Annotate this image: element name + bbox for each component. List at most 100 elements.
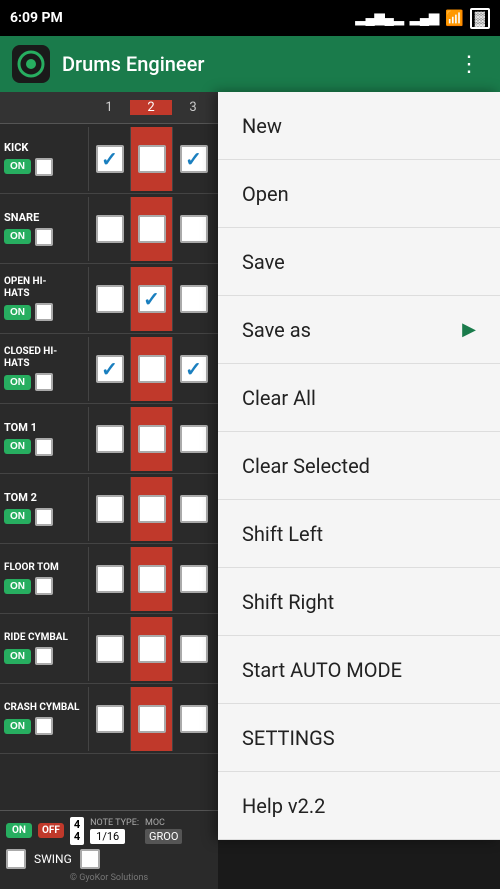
open-hihats-on-btn[interactable]: ON [4, 305, 31, 320]
tom1-beat-3-check[interactable] [180, 425, 208, 453]
drum-row-crash-cymbal: CRASH CYMBAL ON [0, 684, 218, 754]
floor-tom-beat-1[interactable] [88, 547, 130, 611]
snare-beat-3-check[interactable] [180, 215, 208, 243]
ride-cymbal-beat-2[interactable] [130, 617, 172, 681]
open-hihats-beat-3[interactable] [172, 267, 214, 331]
snare-beat-1-check[interactable] [96, 215, 124, 243]
floor-tom-beat-2-check[interactable] [138, 565, 166, 593]
crash-cymbal-on-btn[interactable]: ON [4, 719, 31, 734]
tom2-beat-2[interactable] [130, 477, 172, 541]
closed-hihats-beat-3-check[interactable] [180, 355, 208, 383]
crash-cymbal-beat-3-check[interactable] [180, 705, 208, 733]
closed-hihats-beat-1[interactable] [88, 337, 130, 401]
menu-item-shift-right[interactable]: Shift Right [218, 568, 500, 636]
kick-beat-2-check[interactable] [138, 145, 166, 173]
menu-item-shift-left-label: Shift Left [242, 522, 476, 546]
snare-beat-2[interactable] [130, 197, 172, 261]
kick-beat-1-check[interactable] [96, 145, 124, 173]
tom1-beat-1[interactable] [88, 407, 130, 471]
open-hihats-beat-2-check[interactable] [138, 285, 166, 313]
menu-item-open-label: Open [242, 182, 476, 206]
open-hihats-solo-check[interactable] [35, 303, 53, 321]
menu-item-save[interactable]: Save [218, 228, 500, 296]
menu-item-help[interactable]: Help v2.2 [218, 772, 500, 840]
floor-tom-beat-3-check[interactable] [180, 565, 208, 593]
kick-beat-1[interactable] [88, 127, 130, 191]
app-logo [12, 45, 50, 83]
crash-cymbal-beat-1[interactable] [88, 687, 130, 751]
tom1-solo-check[interactable] [35, 438, 53, 456]
floor-tom-on-btn[interactable]: ON [4, 579, 31, 594]
menu-item-new[interactable]: New [218, 92, 500, 160]
ride-cymbal-beat-2-check[interactable] [138, 635, 166, 663]
ride-cymbal-on-btn[interactable]: ON [4, 649, 31, 664]
menu-item-clear-all-label: Clear All [242, 386, 476, 410]
kick-on-btn[interactable]: ON [4, 159, 31, 174]
play-off-btn[interactable]: OFF [38, 823, 64, 838]
menu-item-clear-selected-label: Clear Selected [242, 454, 476, 478]
tom2-beat-2-check[interactable] [138, 495, 166, 523]
open-hihats-beat-1[interactable] [88, 267, 130, 331]
tom1-on-btn[interactable]: ON [4, 439, 31, 454]
kick-beat-3-check[interactable] [180, 145, 208, 173]
closed-hihats-beat-2[interactable] [130, 337, 172, 401]
closed-hihats-beat-3[interactable] [172, 337, 214, 401]
closed-hihats-on-btn[interactable]: ON [4, 375, 31, 390]
ride-cymbal-beat-3-check[interactable] [180, 635, 208, 663]
drum-row-kick: KICK ON [0, 124, 218, 194]
crash-cymbal-beat-1-check[interactable] [96, 705, 124, 733]
menu-item-clear-all[interactable]: Clear All [218, 364, 500, 432]
tom1-beat-2-check[interactable] [138, 425, 166, 453]
floor-tom-beat-1-check[interactable] [96, 565, 124, 593]
crash-cymbal-beat-2[interactable] [130, 687, 172, 751]
ride-cymbal-beat-1-check[interactable] [96, 635, 124, 663]
snare-beat-3[interactable] [172, 197, 214, 261]
snare-on-btn[interactable]: ON [4, 229, 31, 244]
menu-item-clear-selected[interactable]: Clear Selected [218, 432, 500, 500]
tom2-solo-check[interactable] [35, 508, 53, 526]
closed-hihats-beat-1-check[interactable] [96, 355, 124, 383]
tom2-beat-1[interactable] [88, 477, 130, 541]
app-title: Drums Engineer [62, 52, 204, 76]
tom2-beat-3-check[interactable] [180, 495, 208, 523]
header-menu-button[interactable]: ⋮ [450, 48, 488, 81]
time-sig-bottom: 4 [74, 831, 80, 843]
ride-cymbal-solo-check[interactable] [35, 647, 53, 665]
snare-beat-1[interactable] [88, 197, 130, 261]
floor-tom-solo-check[interactable] [35, 577, 53, 595]
menu-item-shift-left[interactable]: Shift Left [218, 500, 500, 568]
closed-hihats-beat-2-check[interactable] [138, 355, 166, 383]
crash-cymbal-beat-2-check[interactable] [138, 705, 166, 733]
swing-checkbox[interactable] [6, 849, 26, 869]
drum-row-ride-cymbal: RIDE CYMBAL ON [0, 614, 218, 684]
ride-cymbal-beat-3[interactable] [172, 617, 214, 681]
floor-tom-beat-3[interactable] [172, 547, 214, 611]
play-on-btn[interactable]: ON [6, 823, 32, 838]
crash-cymbal-solo-check[interactable] [35, 717, 53, 735]
tom1-beat-1-check[interactable] [96, 425, 124, 453]
tom1-beat-2[interactable] [130, 407, 172, 471]
ride-cymbal-beat-1[interactable] [88, 617, 130, 681]
crash-cymbal-beat-3[interactable] [172, 687, 214, 751]
snare-solo-check[interactable] [35, 228, 53, 246]
kick-solo-check[interactable] [35, 158, 53, 176]
closed-hihats-solo-check[interactable] [35, 373, 53, 391]
swing-checkbox2[interactable] [80, 849, 100, 869]
menu-item-open[interactable]: Open [218, 160, 500, 228]
open-hihats-beat-2[interactable] [130, 267, 172, 331]
open-hihats-beat-3-check[interactable] [180, 285, 208, 313]
tom1-beat-3[interactable] [172, 407, 214, 471]
floor-tom-beat-2[interactable] [130, 547, 172, 611]
menu-item-save-as[interactable]: Save as ▶ [218, 296, 500, 364]
tom2-beat-1-check[interactable] [96, 495, 124, 523]
bottom-row1: ON OFF 4 4 NOTE TYPE: 1/16 MOC GROO [6, 817, 212, 845]
menu-item-save-as-label: Save as [242, 318, 462, 342]
open-hihats-beat-1-check[interactable] [96, 285, 124, 313]
snare-beat-2-check[interactable] [138, 215, 166, 243]
menu-item-settings[interactable]: SETTINGS [218, 704, 500, 772]
kick-beat-3[interactable] [172, 127, 214, 191]
menu-item-auto-mode[interactable]: Start AUTO MODE [218, 636, 500, 704]
kick-beat-2[interactable] [130, 127, 172, 191]
tom2-beat-3[interactable] [172, 477, 214, 541]
tom2-on-btn[interactable]: ON [4, 509, 31, 524]
